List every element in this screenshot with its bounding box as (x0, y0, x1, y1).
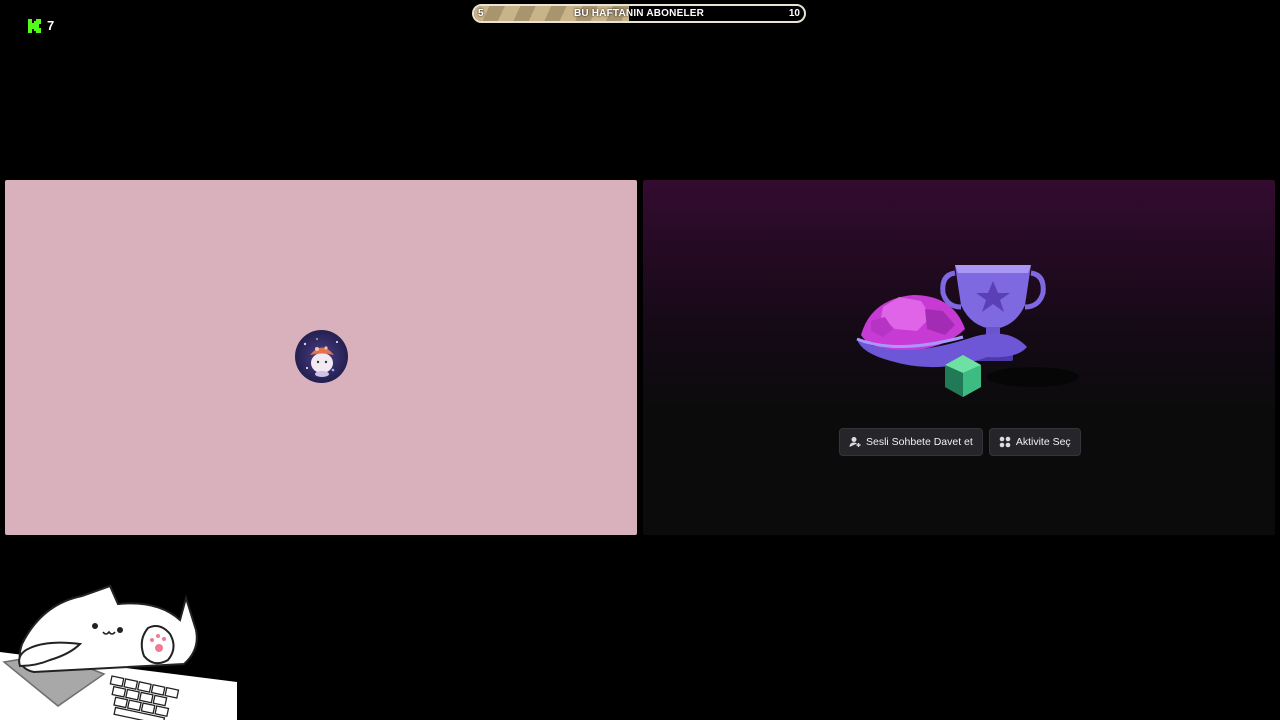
participant-tile[interactable] (5, 180, 637, 535)
activity-trophy-illustration-icon (856, 265, 1079, 397)
sub-goal-min: 5 (478, 8, 484, 19)
kick-viewer-counter: 7 (28, 18, 54, 33)
choose-activity-button[interactable]: Aktivite Seç (988, 428, 1081, 456)
sub-goal-bar: 5 BU HAFTANIN ABONELER 10 (472, 4, 806, 23)
choose-activity-label: Aktivite Seç (1015, 436, 1071, 448)
bongo-cat (0, 584, 237, 720)
apps-grid-icon (999, 436, 1011, 448)
invite-voice-chat-label: Sesli Sohbete Davet et (866, 436, 973, 448)
activity-tile: Sesli Sohbete Davet et Aktivite Seç (643, 180, 1275, 535)
avatar-art-icon (303, 338, 338, 377)
viewer-count: 7 (47, 18, 55, 33)
sub-goal-title: BU HAFTANIN ABONELER (573, 8, 705, 19)
user-avatar (295, 330, 348, 383)
invite-voice-chat-button[interactable]: Sesli Sohbete Davet et (839, 428, 983, 456)
sub-goal-max: 10 (788, 8, 800, 19)
kick-logo-icon (28, 18, 41, 33)
add-person-icon (849, 437, 861, 447)
